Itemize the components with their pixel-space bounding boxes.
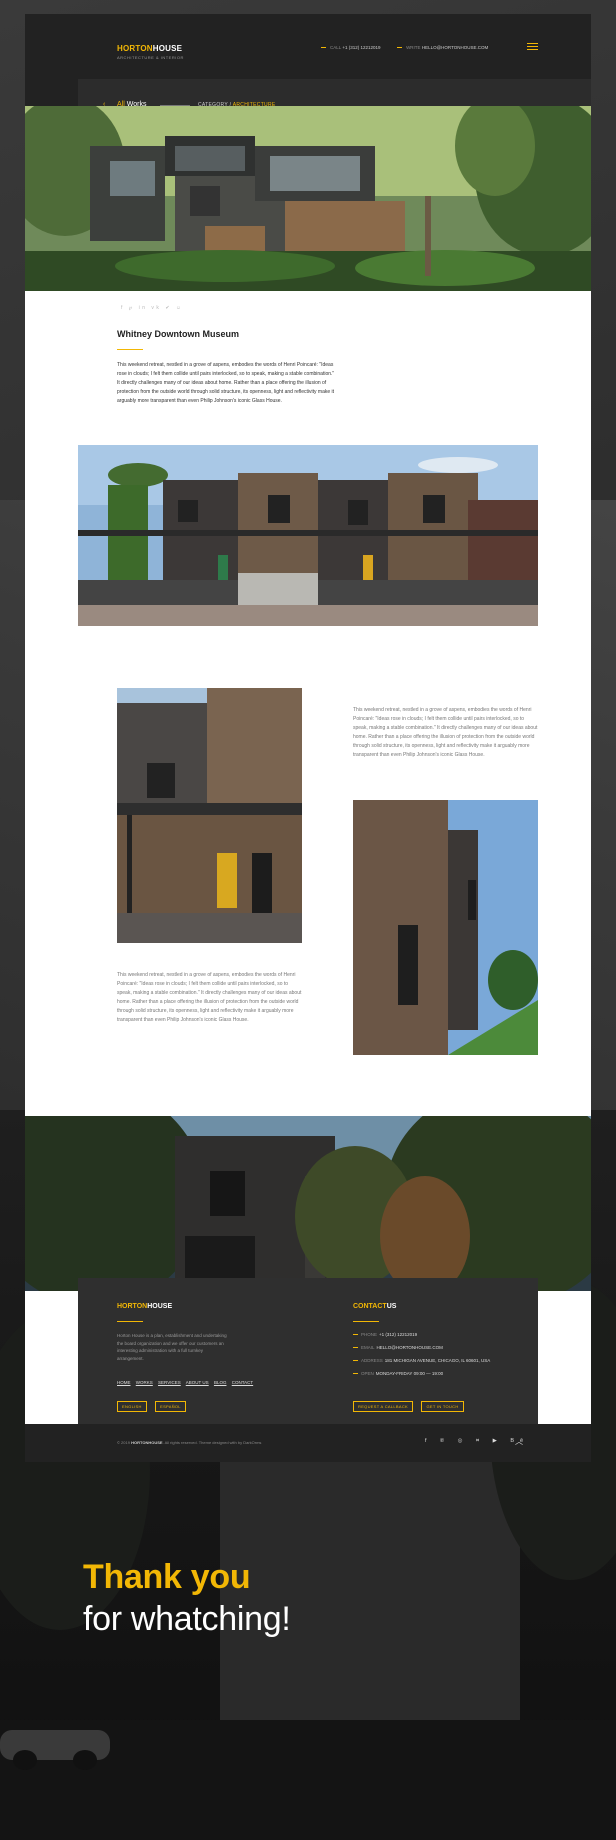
contact-address: 181 MICHIGAN AVENUE, CHICAGO, IL 60601, … xyxy=(384,1358,491,1363)
contact-phone[interactable]: +1 (312) 12212019 xyxy=(379,1332,417,1337)
dash-icon xyxy=(397,47,403,49)
footer-description: Horton House is a plan, establishment an… xyxy=(117,1333,227,1361)
contact-title-underline xyxy=(353,1321,379,1322)
project-title: Whitney Downtown Museum xyxy=(117,329,239,339)
language-switcher: ENGLISH ESPAÑOL xyxy=(117,1395,190,1413)
logo-tagline: ARCHITECTURE & INTERIOR xyxy=(117,55,184,60)
project-intro: This weekend retreat, nestled in a grove… xyxy=(117,362,335,404)
language-english-button[interactable]: ENGLISH xyxy=(117,1401,147,1412)
language-spanish-button[interactable]: ESPAÑOL xyxy=(155,1401,186,1412)
copyright-bar: © 2019 HORTONHOUSE. All rights reserved.… xyxy=(25,1424,591,1462)
get-in-touch-button[interactable]: GET IN TOUCH xyxy=(421,1401,464,1412)
footer-nav-blog[interactable]: BLOG xyxy=(214,1380,227,1385)
thanks-line-1: Thank you xyxy=(83,1558,251,1596)
write-label: WRITE xyxy=(406,45,421,50)
request-callback-button[interactable]: REQUEST A CALLBACK xyxy=(353,1401,414,1412)
project-paragraph-right: This weekend retreat, nestled in a grove… xyxy=(353,707,538,758)
social-icons[interactable]: f ℗ ◎ ⌗ ▶ Bē xyxy=(425,1438,529,1445)
dash-icon xyxy=(321,47,326,49)
thanks-line-2: for whatching! xyxy=(83,1600,291,1638)
gallery-image-left xyxy=(117,688,302,943)
contact-email-row: EMAIL HELLO@HORTONHOUSE.COM xyxy=(353,1345,490,1358)
hero-image xyxy=(25,106,591,291)
header-contact: CALL +1 (312) 12212019 WRITE HELLO@HORTO… xyxy=(321,45,488,50)
header-email[interactable]: HELLO@HORTONHOUSE.COM xyxy=(422,45,488,50)
contact-phone-row: PHONE +1 (312) 12212019 xyxy=(353,1332,490,1345)
title-underline xyxy=(117,349,143,350)
footer-nav: HOME WORKS SERVICES ABOUT US BLOG CONTAC… xyxy=(117,1380,257,1385)
header-phone[interactable]: +1 (312) 12212019 xyxy=(342,45,380,50)
footer-nav-services[interactable]: SERVICES xyxy=(158,1380,181,1385)
logo[interactable]: HORTONHOUSE ARCHITECTURE & INTERIOR xyxy=(117,44,184,60)
call-label: CALL xyxy=(330,45,342,50)
scroll-to-top-icon[interactable]: ︿ xyxy=(515,1436,523,1447)
contact-title: CONTACTUS xyxy=(353,1303,397,1310)
contact-email[interactable]: HELLO@HORTONHOUSE.COM xyxy=(377,1345,443,1350)
gallery-image-right xyxy=(353,800,538,1055)
share-icons[interactable]: f ℘ in vk ✔ ☺ xyxy=(121,305,184,311)
contact-list: PHONE +1 (312) 12212019 EMAIL HELLO@HORTON… xyxy=(353,1332,490,1384)
footer-nav-about[interactable]: ABOUT US xyxy=(186,1380,209,1385)
contact-hours-row: OPEN MONDAY-FRIDAY 09:00 — 19:00 xyxy=(353,1371,490,1384)
copyright-text: © 2019 HORTONHOUSE. All rights reserved.… xyxy=(117,1440,262,1445)
footer-logo-underline xyxy=(117,1321,143,1322)
contact-hours: MONDAY-FRIDAY 09:00 — 19:00 xyxy=(375,1371,444,1376)
contact-address-row: ADDRESS 181 MICHIGAN AVENUE, CHICAGO, IL … xyxy=(353,1358,490,1371)
project-paragraph-left: This weekend retreat, nestled in a grove… xyxy=(117,972,302,1023)
contact-buttons: REQUEST A CALLBACK GET IN TOUCH xyxy=(353,1395,468,1413)
hamburger-icon[interactable] xyxy=(527,43,538,51)
footer-nav-home[interactable]: HOME xyxy=(117,1380,131,1385)
footer-nav-works[interactable]: WORKS xyxy=(136,1380,153,1385)
gallery-image-wide xyxy=(78,445,538,626)
footer-nav-contact[interactable]: CONTACT xyxy=(232,1380,253,1385)
footer-logo[interactable]: HORTONHOUSE xyxy=(117,1303,172,1310)
footer-panel: HORTONHOUSE Horton House is a plan, esta… xyxy=(78,1278,538,1424)
logo-text: HORTONHOUSE xyxy=(117,44,183,53)
footer-image xyxy=(25,1116,591,1291)
page-frame: HORTONHOUSE ARCHITECTURE & INTERIOR CALL… xyxy=(25,14,591,1462)
